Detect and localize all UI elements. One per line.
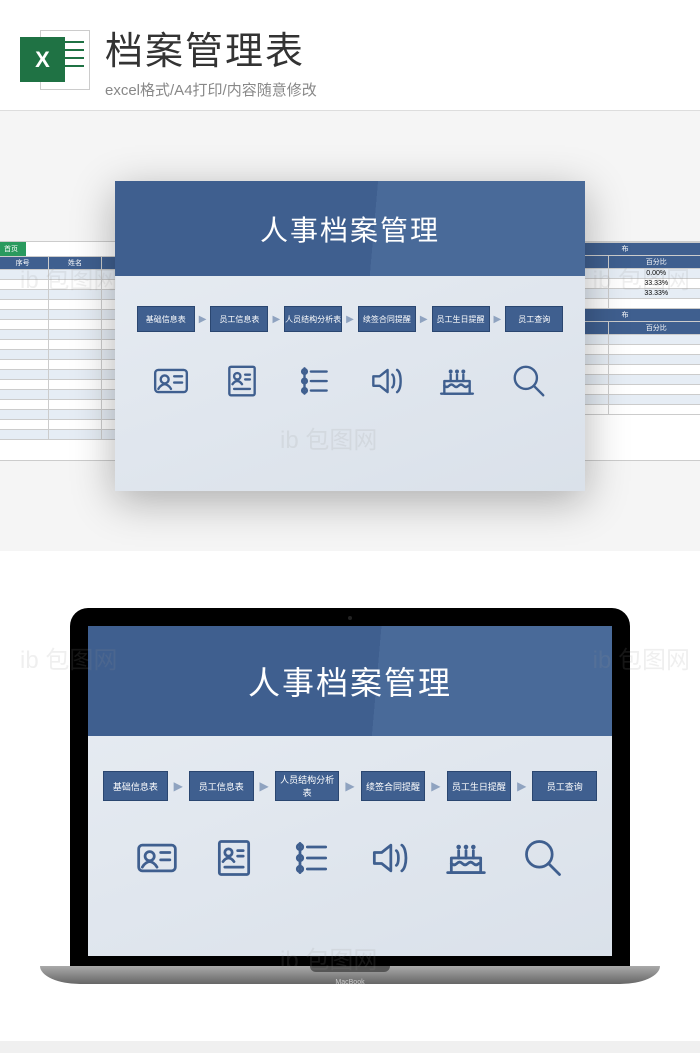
flow-step[interactable]: 人员结构分析表 xyxy=(284,306,342,332)
laptop-mockup: 人事档案管理 基础信息表 ▶ 员工信息表 ▶ 人员结构分析表 ▶ 续签合同提醒 … xyxy=(70,608,630,984)
flow-step[interactable]: 基础信息表 xyxy=(137,306,195,332)
card-title: 人事档案管理 xyxy=(248,658,452,704)
arrow-icon: ▶ xyxy=(346,314,354,325)
flow-step[interactable]: 员工生日提醒 xyxy=(447,771,512,801)
laptop-area: 人事档案管理 基础信息表 ▶ 员工信息表 ▶ 人员结构分析表 ▶ 续签合同提醒 … xyxy=(0,551,700,1041)
cell xyxy=(609,335,700,345)
cell: 33.33% xyxy=(609,289,700,299)
arrow-icon: ▶ xyxy=(272,314,280,325)
excel-icon: X xyxy=(20,25,90,95)
card-header: 人事档案管理 xyxy=(115,181,585,276)
arrow-icon: ▶ xyxy=(431,779,440,793)
title-block: 档案管理表 excel格式/A4打印/内容随意修改 xyxy=(105,20,680,100)
page-title: 档案管理表 xyxy=(105,20,680,75)
col-header: 百分比 xyxy=(609,256,700,269)
arrow-icon: ▶ xyxy=(517,779,526,793)
flow-step[interactable]: 基础信息表 xyxy=(103,771,168,801)
laptop-brand: MacBook xyxy=(335,979,364,986)
structure-icon xyxy=(289,836,333,880)
flow-step[interactable]: 员工信息表 xyxy=(189,771,254,801)
speaker-icon xyxy=(367,836,411,880)
card-header: 人事档案管理 xyxy=(88,626,612,736)
flow-step[interactable]: 员工查询 xyxy=(532,771,597,801)
col-header: 姓名 xyxy=(49,257,101,270)
arrow-icon: ▶ xyxy=(174,779,183,793)
cell: 0.00% xyxy=(609,269,700,279)
arrow-icon: ▶ xyxy=(345,779,354,793)
arrow-icon: ▶ xyxy=(420,314,428,325)
arrow-icon: ▶ xyxy=(494,314,502,325)
profile-list-icon xyxy=(212,836,256,880)
template-card: 人事档案管理 基础信息表 ▶ 员工信息表 ▶ 人员结构分析表 ▶ 续签合同提醒 … xyxy=(115,181,585,491)
flow-step[interactable]: 员工信息表 xyxy=(210,306,268,332)
flow-step[interactable]: 续签合同提醒 xyxy=(361,771,426,801)
flow-row: 基础信息表 ▶ 员工信息表 ▶ 人员结构分析表 ▶ 续签合同提醒 ▶ 员工生日提… xyxy=(88,736,612,826)
search-icon xyxy=(521,836,565,880)
laptop-frame: 人事档案管理 基础信息表 ▶ 员工信息表 ▶ 人员结构分析表 ▶ 续签合同提醒 … xyxy=(70,608,630,966)
arrow-icon: ▶ xyxy=(199,314,207,325)
speaker-icon xyxy=(367,362,405,400)
profile-list-icon xyxy=(223,362,261,400)
flow-step[interactable]: 员工查询 xyxy=(505,306,563,332)
id-card-icon xyxy=(135,836,179,880)
arrow-icon: ▶ xyxy=(260,779,269,793)
page-subtitle: excel格式/A4打印/内容随意修改 xyxy=(105,79,680,100)
laptop-base: MacBook xyxy=(40,966,660,984)
page-header: X 档案管理表 excel格式/A4打印/内容随意修改 xyxy=(0,0,700,111)
flow-step[interactable]: 人员结构分析表 xyxy=(275,771,340,801)
icon-row xyxy=(115,352,585,410)
card-title: 人事档案管理 xyxy=(260,209,440,249)
excel-letter: X xyxy=(35,47,50,73)
cell: 33.33% xyxy=(609,279,700,289)
flow-step[interactable]: 员工生日提醒 xyxy=(432,306,490,332)
flow-row: 基础信息表 ▶ 员工信息表 ▶ 人员结构分析表 ▶ 续签合同提醒 ▶ 员工生日提… xyxy=(115,276,585,352)
laptop-screen: 人事档案管理 基础信息表 ▶ 员工信息表 ▶ 人员结构分析表 ▶ 续签合同提醒 … xyxy=(88,626,612,956)
col-header: 序号 xyxy=(0,257,49,270)
col-header: 百分比 xyxy=(609,322,700,335)
flow-step[interactable]: 续签合同提醒 xyxy=(358,306,416,332)
id-card-icon xyxy=(152,362,190,400)
sheet-tab: 首页 xyxy=(0,242,26,256)
birthday-cake-icon xyxy=(438,362,476,400)
structure-icon xyxy=(295,362,333,400)
birthday-cake-icon xyxy=(444,836,488,880)
icon-row xyxy=(88,826,612,890)
laptop-camera xyxy=(348,616,352,620)
preview-area: 首页 序号姓名性别 布 人数百分比 00.00% 133.33% 133.33%… xyxy=(0,111,700,551)
search-icon xyxy=(510,362,548,400)
